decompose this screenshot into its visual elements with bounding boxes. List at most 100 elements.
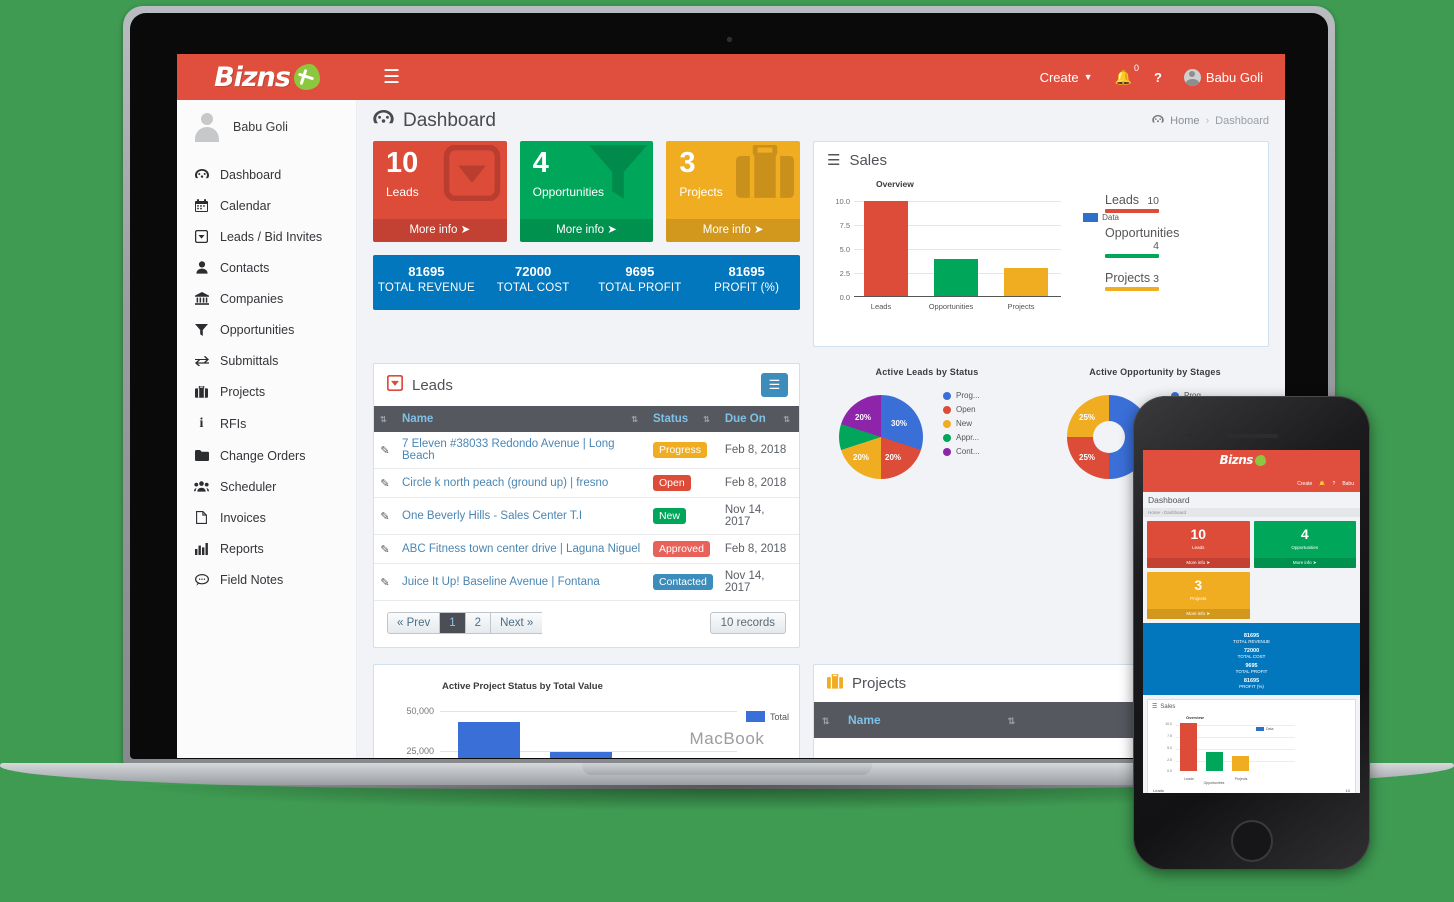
sort-name[interactable]: ⇅ [625, 406, 647, 432]
sidebar-item-companies[interactable]: Companies [177, 283, 356, 314]
more-info-link[interactable]: More info ➤ [1147, 558, 1250, 568]
iphone-frame: Bizns Create 🔔 ? Babu Dashboard Home › D… [1133, 396, 1370, 870]
edit-icon[interactable]: ✎ [374, 534, 396, 564]
lead-status: New [646, 497, 719, 535]
sidebar: Babu Goli Dashboard Calendar Leads / Bid… [177, 100, 357, 758]
table-row[interactable]: ✎ Circle k north peach (ground up) | fre… [374, 468, 799, 498]
phone-brand-text: Bizns [1219, 453, 1254, 467]
sidebar-item-contacts[interactable]: Contacts [177, 252, 356, 283]
hamburger-icon[interactable]: ☰ [383, 68, 400, 87]
sidebar-item-label: Dashboard [220, 167, 282, 182]
bell-icon[interactable]: 🔔 [1319, 481, 1325, 487]
edit-icon[interactable]: ✎ [374, 468, 396, 498]
column-due-on[interactable]: Due On [718, 406, 778, 432]
stat-label: Opportunities [532, 185, 605, 199]
column-status[interactable]: Status [646, 406, 698, 432]
phone-tile-opportunities[interactable]: 4 Opportunities More info ➤ [1253, 521, 1356, 568]
legend-dot [943, 447, 951, 456]
pagination-page-1[interactable]: 1 [439, 612, 465, 634]
help-icon[interactable]: ? [1333, 481, 1336, 487]
sidebar-item-submittals[interactable]: Submittals [177, 345, 356, 376]
sidebar-item-scheduler[interactable]: Scheduler [177, 471, 356, 502]
chart-legend: Data [1083, 213, 1119, 222]
chart-title: Active Leads by Status [875, 367, 979, 377]
sidebar-item-dashboard[interactable]: Dashboard [177, 159, 356, 190]
more-info-link[interactable]: More info ➤ [373, 219, 507, 242]
table-row[interactable]: ✎ One Beverly Hills - Sales Center T.I N… [374, 497, 799, 535]
table-row[interactable]: ✎ 7 Eleven #38033 Redondo Avenue | Long … [374, 432, 799, 469]
sidebar-item-leads-bid-invites[interactable]: Leads / Bid Invites [177, 221, 356, 252]
column-name[interactable]: Name [396, 406, 626, 432]
sidebar-item-reports[interactable]: Reports [177, 533, 356, 564]
users-icon [194, 481, 209, 492]
sort-icon[interactable]: ⇅ [631, 415, 638, 424]
pie-label: 20% [853, 453, 870, 462]
edit-icon[interactable]: ✎ [374, 497, 396, 535]
sidebar-item-change-orders[interactable]: Change Orders [177, 440, 356, 471]
edit-icon[interactable]: ✎ [374, 563, 396, 601]
sort-icon[interactable]: ⇅ [783, 415, 790, 424]
sidebar-item-opportunities[interactable]: Opportunities [177, 314, 356, 345]
kpi-name: Opportunities [1105, 226, 1180, 240]
sidebar-user[interactable]: Babu Goli [177, 100, 356, 157]
leads-panel-header: Leads ☰ [374, 364, 799, 406]
pagination-next[interactable]: Next » [490, 612, 543, 634]
more-info-link[interactable]: More info ➤ [519, 219, 654, 242]
phone-user-name[interactable]: Babu [1342, 481, 1354, 487]
sales-kpi-opportunities: Opportunities 4 [1105, 226, 1180, 258]
sort-icon[interactable]: ⇅ [380, 415, 387, 424]
lead-name[interactable]: One Beverly Hills - Sales Center T.I [396, 497, 647, 535]
stat-tile-leads[interactable]: 10 Leads More info ➤ [373, 141, 507, 242]
x-tick: Leads [870, 302, 892, 311]
sidebar-item-projects[interactable]: Projects [177, 376, 356, 407]
legend-item: Open [943, 405, 980, 414]
kpi-value: 10 [1345, 788, 1350, 793]
column-name-label: Name [402, 413, 434, 425]
phone-create-label[interactable]: Create [1297, 481, 1312, 487]
notifications-button[interactable]: 🔔 0 [1115, 63, 1139, 86]
sort-icon[interactable]: ⇅ [703, 415, 710, 424]
more-info-link[interactable]: More info ➤ [666, 219, 801, 242]
sort-due[interactable]: ⇅ [777, 406, 799, 432]
kpi-name: Leads [1153, 788, 1164, 793]
sort-icon[interactable]: ⇅ [1008, 716, 1016, 726]
bar-opportunities [1206, 752, 1223, 771]
phone-brand[interactable]: Bizns [1220, 453, 1266, 467]
user-menu[interactable]: Babu Goli [1183, 68, 1263, 86]
kpi-profit-pct: 81695 PROFIT (%) [693, 255, 800, 310]
stat-tile-opportunities[interactable]: 4 Opportunities More info ➤ [519, 141, 654, 242]
pagination-prev[interactable]: « Prev [387, 612, 440, 634]
sidebar-item-calendar[interactable]: Calendar [177, 190, 356, 221]
phone-revenue-bar: 81695 TOTAL REVENUE 72000 TOTAL COST 969… [1143, 623, 1360, 695]
status-badge: Progress [652, 442, 707, 458]
more-info-link[interactable]: More info ➤ [1253, 558, 1356, 568]
leads-menu-button[interactable]: ☰ [761, 373, 788, 397]
edit-icon[interactable]: ✎ [374, 432, 396, 469]
lead-name[interactable]: ABC Fitness town center drive | Laguna N… [396, 534, 647, 564]
breadcrumb-home[interactable]: Home [1170, 115, 1199, 127]
pagination-page-2[interactable]: 2 [464, 612, 491, 634]
stat-value: 10 [386, 147, 419, 179]
help-button[interactable]: ? [1154, 70, 1162, 85]
kpi-name: Leads [1105, 193, 1140, 207]
sort-icon[interactable]: ⇅ [822, 716, 830, 726]
stat-value: 3 [1194, 577, 1203, 593]
sidebar-item-invoices[interactable]: Invoices [177, 502, 356, 533]
lead-name[interactable]: Circle k north peach (ground up) | fresn… [396, 468, 647, 498]
table-row[interactable]: ✎ Juice It Up! Baseline Avenue | Fontana… [374, 563, 799, 601]
create-menu[interactable]: Create ▼ [1040, 70, 1093, 85]
phone-tile-leads[interactable]: 10 Leads More info ➤ [1147, 521, 1250, 568]
table-row[interactable]: ✎ ABC Fitness town center drive | Laguna… [374, 534, 799, 564]
sidebar-item-label: Reports [220, 541, 264, 556]
sidebar-item-field-notes[interactable]: Field Notes [177, 564, 356, 595]
sort-status[interactable]: ⇅ [697, 406, 719, 432]
phone-tile-projects[interactable]: 3 Projects More info ➤ [1147, 572, 1250, 619]
stat-tile-projects[interactable]: 3 Projects More info ➤ [666, 141, 801, 242]
home-button[interactable] [1230, 820, 1273, 862]
lead-name[interactable]: 7 Eleven #38033 Redondo Avenue | Long Be… [396, 432, 647, 469]
kpi-label: TOTAL PROFIT [598, 282, 682, 294]
brand-logo[interactable]: Bizns [177, 54, 357, 100]
more-info-link[interactable]: More info ➤ [1147, 609, 1250, 619]
sidebar-item-rfis[interactable]: i RFIs [177, 407, 356, 440]
lead-name[interactable]: Juice It Up! Baseline Avenue | Fontana [396, 563, 647, 601]
